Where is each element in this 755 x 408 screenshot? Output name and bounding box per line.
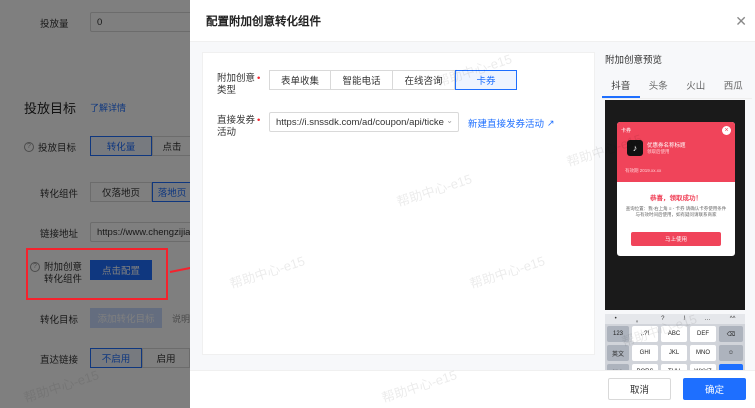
kb-tool: ! xyxy=(683,316,686,322)
tab-douyin[interactable]: 抖音 xyxy=(602,78,640,98)
tab-toutiao[interactable]: 头条 xyxy=(640,78,678,98)
tab-xigua[interactable]: 西瓜 xyxy=(715,78,753,98)
preview-tabs: 抖音 头条 火山 西瓜 xyxy=(602,78,752,99)
confirm-button[interactable]: 确定 xyxy=(683,378,746,400)
new-coupon-link[interactable]: 新建直接发券活动 ↗ xyxy=(468,116,555,131)
modal-title: 配置附加创意转化组件 xyxy=(190,0,755,42)
type-label-line2: 类型 xyxy=(217,85,237,96)
kb-tool: • xyxy=(614,316,617,322)
kb-key: DEF xyxy=(690,326,716,342)
kb-tool: … xyxy=(704,316,711,322)
cancel-button[interactable]: 取消 xyxy=(608,378,671,400)
type-label-line1: 附加创意 xyxy=(217,73,256,84)
close-icon[interactable]: ✕ xyxy=(735,13,747,30)
chevron-down-icon: ⌄ xyxy=(446,116,453,125)
type-segmented: 表单收集 智能电话 在线咨询 卡券 xyxy=(269,70,517,90)
new-coupon-link-text: 新建直接发券活动 xyxy=(468,119,545,130)
form-panel: 附加创意 • 类型 表单收集 智能电话 在线咨询 卡券 直接发券 • 活动 http… xyxy=(202,52,595,355)
coupon-card: 卡券 × ♪ 优惠券名称标题 领取后使用 有效期 2019.xx.xx 恭喜，领… xyxy=(617,122,735,256)
card-tag: 卡券 xyxy=(621,128,632,134)
type-form[interactable]: 表单收集 xyxy=(269,70,331,90)
type-consult[interactable]: 在线咨询 xyxy=(393,70,455,90)
modal-footer: 取消 确定 xyxy=(190,370,755,408)
type-phone[interactable]: 智能电话 xyxy=(331,70,393,90)
card-desc: 查询位置：我-右上角 ≡ - 卡券 请确认卡券使用条件与有效时间后使用，如有疑问… xyxy=(625,206,727,217)
card-use-button: 马上使用 xyxy=(631,232,721,246)
coupon-select[interactable]: https://i.snssdk.com/ad/coupon/api/ticke… xyxy=(269,112,459,132)
preview-panel: 附加创意预览 抖音 头条 火山 西瓜 卡券 × ♪ 优惠券名称标题 领取后使用 … xyxy=(602,52,752,408)
kb-key: ABC xyxy=(661,326,687,342)
kb-key: ,.?! xyxy=(632,326,658,342)
kb-key: 123 xyxy=(607,326,629,342)
close-icon: × xyxy=(722,126,731,135)
preview-title: 附加创意预览 xyxy=(605,55,663,66)
config-modal: 配置附加创意转化组件 ✕ 附加创意 • 类型 表单收集 智能电话 在线咨询 卡券 … xyxy=(190,0,755,408)
highlight-annotation xyxy=(26,248,168,300)
card-sub: 领取后使用 xyxy=(647,149,670,154)
kb-key: MNO xyxy=(690,345,716,361)
card-success: 恭喜，领取成功！ xyxy=(650,195,702,202)
coupon-label-line2: 活动 xyxy=(217,127,237,138)
douyin-logo-icon: ♪ xyxy=(627,140,643,156)
type-coupon[interactable]: 卡券 xyxy=(455,70,517,90)
card-date: 有效期 2019.xx.xx xyxy=(625,168,662,173)
coupon-label-line1: 直接发券 xyxy=(217,115,256,126)
coupon-select-value: https://i.snssdk.com/ad/coupon/api/ticke xyxy=(276,116,444,128)
emoji-icon: ☺ xyxy=(719,345,743,361)
card-name: 优惠券名称标题 xyxy=(647,143,686,149)
tab-huoshan[interactable]: 火山 xyxy=(677,78,715,98)
external-link-icon: ↗ xyxy=(547,117,555,128)
kb-key: JKL xyxy=(661,345,687,361)
backspace-icon: ⌫ xyxy=(719,326,743,342)
keyboard-toolbar: • 。 ? ! … ^^ xyxy=(605,314,745,324)
kb-tool: ? xyxy=(661,316,665,322)
kb-key: 英文 xyxy=(607,345,629,361)
kb-tool: 。 xyxy=(635,317,642,324)
kb-tool: ^^ xyxy=(729,316,736,322)
phone-preview: 卡券 × ♪ 优惠券名称标题 领取后使用 有效期 2019.xx.xx 恭喜，领… xyxy=(605,100,745,310)
modal-overlay[interactable] xyxy=(0,0,190,408)
kb-key: GHI xyxy=(632,345,658,361)
